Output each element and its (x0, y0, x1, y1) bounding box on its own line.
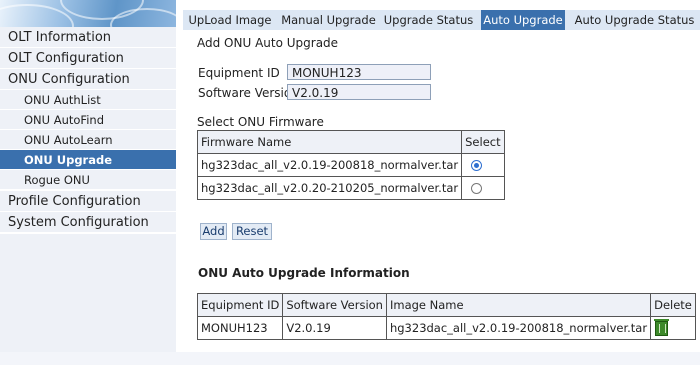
select-firmware-label: Select ONU Firmware (197, 115, 324, 129)
sidebar-filler (0, 234, 176, 352)
menu-olt-configuration[interactable]: OLT Configuration (0, 48, 176, 69)
menu-olt-information[interactable]: OLT Information (0, 27, 176, 48)
add-button[interactable]: Add (200, 223, 227, 240)
software-version-cell: V2.0.19 (282, 316, 387, 340)
image-name-header: Image Name (385, 293, 652, 317)
firmware-name-header: Firmware Name (196, 130, 463, 154)
delete-cell (650, 316, 696, 340)
tab-bar: UpLoad Image Manual Upgrade Upgrade Stat… (183, 10, 700, 30)
reset-button[interactable]: Reset (232, 223, 272, 240)
submenu-onu-authlist[interactable]: ONU AuthList (0, 90, 176, 110)
select-header: Select (461, 130, 506, 154)
bottom-strip (0, 352, 700, 365)
menu-profile-configuration[interactable]: Profile Configuration (0, 191, 176, 212)
equipment-id-label: Equipment ID (198, 66, 280, 80)
tab-upload-image[interactable]: UpLoad Image (183, 10, 277, 30)
sidebar-banner (0, 0, 176, 27)
delete-header: Delete (650, 293, 696, 317)
trash-icon[interactable] (654, 318, 670, 336)
submenu-rogue-onu[interactable]: Rogue ONU (0, 170, 176, 190)
sidebar: OLT Information OLT Configuration ONU Co… (0, 0, 176, 365)
firmware-name-cell: hg323dac_all_v2.0.20-210205_normalver.ta… (196, 176, 463, 200)
info-title: ONU Auto Upgrade Information (198, 266, 410, 280)
firmware-radio[interactable] (471, 183, 483, 194)
menu-system-configuration[interactable]: System Configuration (0, 212, 176, 233)
equipment-id-cell: MONUH123 (196, 316, 284, 340)
auto-upgrade-info-table: Equipment ID Software Version Image Name… (196, 293, 696, 340)
menu-onu-configuration[interactable]: ONU Configuration (0, 69, 176, 90)
tab-auto-upgrade-status[interactable]: Auto Upgrade Status (569, 10, 700, 30)
firmware-name-cell: hg323dac_all_v2.0.19-200818_normalver.ta… (196, 153, 463, 177)
tab-manual-upgrade[interactable]: Manual Upgrade (277, 10, 380, 30)
table-row: MONUH123 V2.0.19 hg323dac_all_v2.0.19-20… (196, 316, 696, 340)
submenu-onu-upgrade[interactable]: ONU Upgrade (0, 150, 176, 170)
submenu-onu-autofind[interactable]: ONU AutoFind (0, 110, 176, 130)
firmware-table: Firmware Name Select hg323dac_all_v2.0.1… (196, 130, 506, 200)
firmware-row: hg323dac_all_v2.0.20-210205_normalver.ta… (196, 176, 506, 200)
software-version-label: Software Version (198, 86, 299, 100)
submenu-onu-autolearn[interactable]: ONU AutoLearn (0, 130, 176, 150)
form-title: Add ONU Auto Upgrade (197, 36, 339, 50)
equipment-id-field[interactable]: MONUH123 (287, 64, 431, 80)
software-version-header: Software Version (282, 293, 387, 317)
tab-upgrade-status[interactable]: Upgrade Status (380, 10, 477, 30)
equipment-id-header: Equipment ID (196, 293, 284, 317)
tab-auto-upgrade[interactable]: Auto Upgrade (481, 10, 565, 30)
software-version-field[interactable]: V2.0.19 (287, 84, 431, 100)
firmware-select-cell (461, 176, 506, 200)
firmware-row: hg323dac_all_v2.0.19-200818_normalver.ta… (196, 153, 506, 177)
image-name-cell: hg323dac_all_v2.0.19-200818_normalver.ta… (385, 316, 652, 340)
firmware-select-cell (461, 153, 506, 177)
firmware-radio-selected[interactable] (471, 160, 483, 171)
